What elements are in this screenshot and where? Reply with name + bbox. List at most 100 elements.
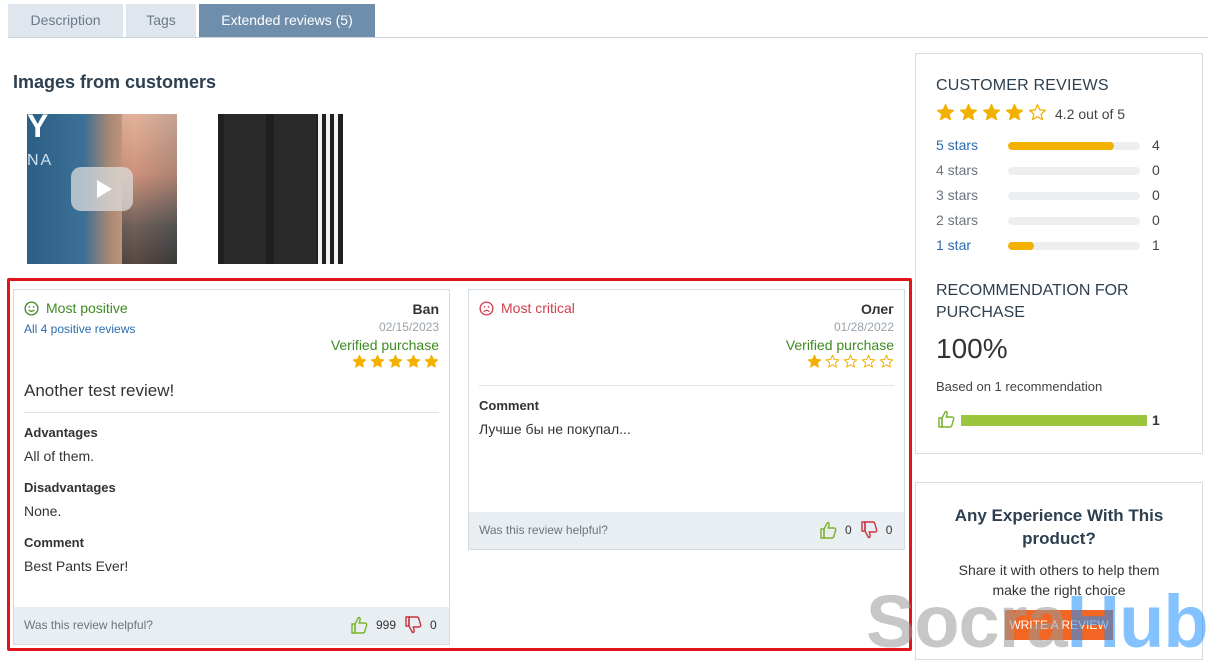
- recommendation-bar-fill: [961, 415, 1147, 426]
- average-rating-text: 4.2 out of 5: [1055, 106, 1126, 122]
- star-icon: [861, 354, 876, 368]
- histogram-bar: [1008, 242, 1140, 250]
- recommendation-bar: [961, 415, 1147, 426]
- helpful-prompt: Was this review helpful?: [24, 618, 153, 632]
- star-icon: [388, 354, 403, 368]
- review-rating: [352, 354, 439, 369]
- histogram-label: 4 stars: [936, 162, 979, 178]
- thumbs-up-icon: [938, 410, 955, 428]
- review-footer: Was this review helpful? 999 0: [14, 607, 449, 644]
- star-icon: [936, 103, 955, 121]
- star-icon: [352, 354, 367, 368]
- thumbs-up-icon[interactable]: [818, 520, 838, 540]
- review-rating: [807, 354, 894, 369]
- divider: [479, 385, 894, 386]
- histogram-bar: [1008, 192, 1140, 200]
- star-icon: [959, 103, 978, 121]
- helpful-prompt: Was this review helpful?: [479, 523, 608, 537]
- thumbs-up-icon[interactable]: [349, 615, 369, 635]
- thumbs-down-icon[interactable]: [403, 615, 423, 635]
- recommendation-percent: 100%: [936, 333, 1008, 364]
- histogram-fill: [1008, 142, 1114, 150]
- like-count: 999: [376, 618, 397, 632]
- review-kind: Most positive: [24, 300, 128, 316]
- disadvantages-text: None.: [24, 503, 62, 519]
- play-icon[interactable]: [71, 167, 133, 211]
- star-icon: [825, 354, 840, 368]
- histogram-row-4: 4 stars 0: [936, 162, 1166, 180]
- star-icon: [1028, 103, 1047, 121]
- watermark-part: Socra: [866, 580, 1068, 663]
- histogram-row-3: 3 stars 0: [936, 187, 1166, 205]
- recommendation-bar-row: 1: [936, 409, 1176, 431]
- recommendation-basis: Based on 1 recommendation: [936, 379, 1103, 394]
- recommendation-title: RECOMMENDATION FOR PURCHASE: [936, 282, 1129, 321]
- star-icon: [879, 354, 894, 368]
- review-card-most-critical: Most critical Олег 01/28/2022 Verified p…: [468, 289, 905, 550]
- vote-controls: 0 0: [818, 520, 892, 540]
- average-rating-stars: [936, 103, 1047, 122]
- histogram-fill: [1008, 242, 1035, 250]
- histogram-bar: [1008, 217, 1140, 225]
- customer-image-pants[interactable]: [218, 114, 343, 264]
- star-icon: [843, 354, 858, 368]
- review-kind-label: Most critical: [501, 300, 575, 316]
- pants-stripe: [334, 114, 338, 264]
- write-review-title: Any Experience With This product?: [954, 506, 1164, 548]
- pants-leg: [224, 114, 266, 264]
- dislike-count: 0: [430, 618, 437, 632]
- star-icon: [807, 354, 822, 368]
- smile-icon: [24, 300, 39, 316]
- tab-tags[interactable]: Tags: [126, 4, 196, 37]
- comment-text: Лучше бы не покупал...: [479, 421, 631, 437]
- frown-icon: [479, 300, 494, 316]
- histogram-count: 4: [1152, 137, 1160, 153]
- vote-controls: 999 0: [349, 615, 437, 635]
- review-kind-label: Most positive: [46, 300, 128, 316]
- pants-leg: [274, 114, 316, 264]
- verified-purchase: Verified purchase: [330, 337, 439, 353]
- like-count: 0: [845, 523, 852, 537]
- dislike-count: 0: [885, 523, 893, 537]
- histogram-bar: [1008, 167, 1140, 175]
- star-icon: [406, 354, 421, 368]
- advantages-text: All of them.: [24, 448, 95, 464]
- customer-video-thumbnail[interactable]: Y NA: [27, 114, 177, 264]
- comment-text: Best Pants Ever!: [24, 558, 129, 574]
- verified-purchase: Verified purchase: [785, 337, 894, 353]
- histogram-label: 3 stars: [936, 187, 979, 203]
- tab-description[interactable]: Description: [8, 4, 123, 37]
- tab-bar: Description Tags Extended reviews (5): [8, 4, 1208, 38]
- review-author: Ban: [412, 301, 439, 317]
- comment-label: Comment: [479, 398, 539, 413]
- pants-stripe: [326, 114, 330, 264]
- pants-stripe: [318, 114, 322, 264]
- tab-extended-reviews[interactable]: Extended reviews (5): [199, 4, 375, 37]
- review-date: 01/28/2022: [833, 320, 894, 334]
- review-headline: Another test review!: [24, 381, 175, 400]
- all-positive-reviews-link[interactable]: All 4 positive reviews: [24, 322, 135, 336]
- histogram-count: 0: [1152, 162, 1160, 178]
- comment-label: Comment: [24, 535, 84, 550]
- review-date: 02/15/2023: [378, 320, 439, 334]
- histogram-label: 2 stars: [936, 212, 979, 228]
- histogram-row-5: 5 stars 4: [936, 137, 1166, 155]
- histogram-label[interactable]: 1 star: [936, 237, 971, 253]
- customer-reviews-panel: CUSTOMER REVIEWS 4.2 out of 5 5 stars 4 …: [915, 53, 1203, 454]
- star-icon: [424, 354, 439, 368]
- histogram-label[interactable]: 5 stars: [936, 137, 978, 153]
- histogram-count: 1: [1152, 237, 1160, 253]
- star-icon: [1005, 103, 1024, 121]
- star-icon: [982, 103, 1001, 121]
- images-section-title: Images from customers: [13, 72, 217, 92]
- review-kind: Most critical: [479, 300, 575, 316]
- divider: [24, 412, 439, 413]
- histogram-row-2: 2 stars 0: [936, 212, 1166, 230]
- histogram-count: 0: [1152, 212, 1160, 228]
- histogram-row-1: 1 star 1: [936, 237, 1166, 255]
- review-footer: Was this review helpful? 0 0: [469, 512, 904, 549]
- recommendation-count: 1: [1152, 412, 1160, 428]
- histogram-bar: [1008, 142, 1140, 150]
- thumbs-down-icon[interactable]: [859, 520, 879, 540]
- video-overlay-text: Y: [27, 114, 49, 144]
